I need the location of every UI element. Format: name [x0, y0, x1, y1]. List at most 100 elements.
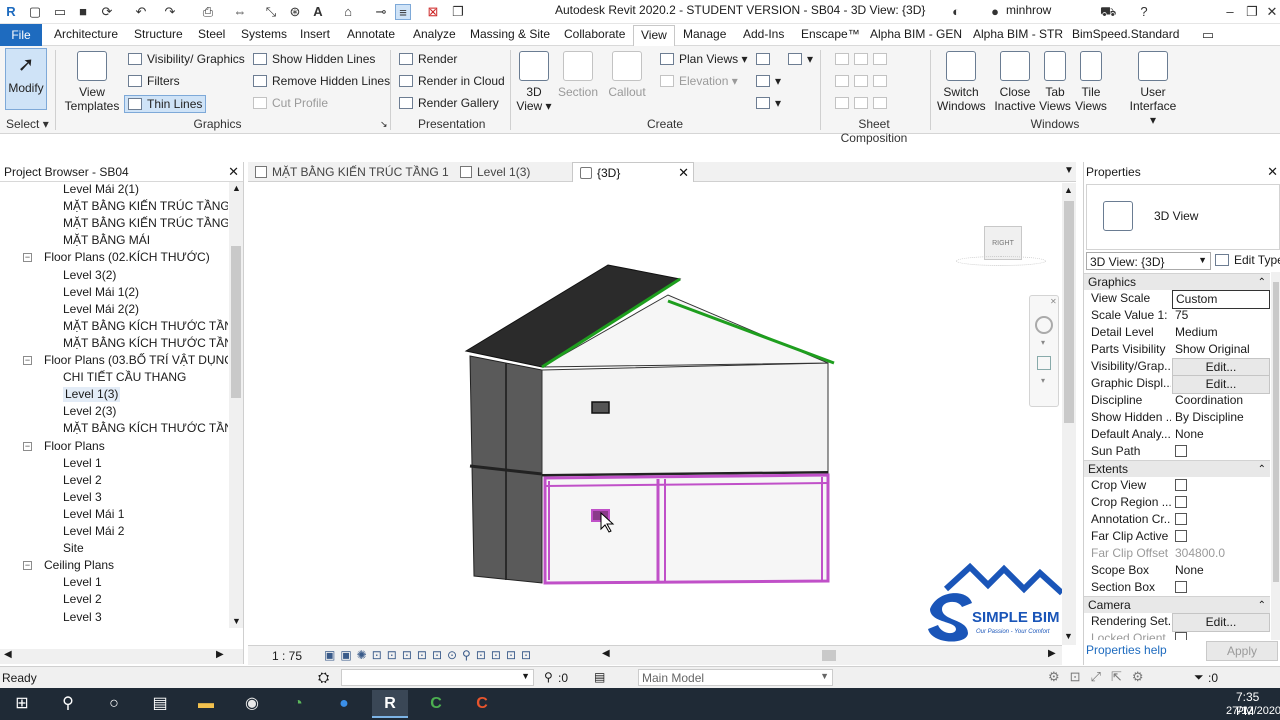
cortana-icon[interactable]: ○ — [96, 690, 132, 718]
browser-view-item[interactable]: MẶT BẰNG KÍCH THƯỚC TẦNG 2 — [63, 336, 228, 351]
dropdown-icon[interactable]: ▾ — [1041, 376, 1045, 385]
view-tab-3d[interactable]: {3D} ✕ — [572, 162, 694, 182]
browser-view-item[interactable]: Level Mái 2(2) — [63, 302, 139, 317]
browser-view-item[interactable]: Level 3(2) — [63, 268, 116, 283]
restore-icon[interactable]: ❐ — [1244, 4, 1260, 20]
3d-view-canvas[interactable]: RIGHT ✕ ▾ ▾ SIMPLE BIM Our Passion - You… — [248, 183, 1065, 645]
property-value[interactable]: Medium — [1172, 324, 1270, 341]
tab-alpha-bim-str[interactable]: Alpha BIM - STR — [973, 27, 1063, 41]
browser-category[interactable]: Floor Plans — [44, 439, 105, 454]
callout-button[interactable]: Callout — [604, 51, 650, 99]
view-tab-level-1-3[interactable]: Level 1(3) — [453, 162, 571, 182]
browser-view-item[interactable]: CHI TIẾT CẦU THANG — [63, 370, 186, 385]
minimize-icon[interactable]: – — [1222, 4, 1238, 20]
checkbox[interactable] — [1175, 632, 1187, 640]
property-checkbox-cell[interactable] — [1172, 511, 1270, 528]
browser-view-item[interactable]: Level Mái 2 — [63, 524, 124, 539]
browser-view-item[interactable]: Level 3 — [63, 490, 102, 505]
scroll-left-icon[interactable]: ◀ — [602, 648, 610, 659]
undo-icon[interactable]: ↶ — [133, 4, 149, 20]
tab-dropdown-icon[interactable]: ▼ — [1064, 165, 1074, 176]
close-tab-icon[interactable]: ✕ — [678, 165, 689, 181]
sheet-button[interactable] — [835, 51, 892, 67]
tab-add-ins[interactable]: Add-Ins — [743, 27, 784, 41]
scroll-up-icon[interactable]: ▲ — [1064, 185, 1073, 195]
tab-systems[interactable]: Systems — [241, 27, 287, 41]
scroll-thumb[interactable] — [231, 246, 241, 398]
expand-collapse-icon[interactable]: − — [23, 441, 32, 451]
print-icon[interactable]: ⎙ — [200, 4, 216, 20]
browser-view-item[interactable]: Level 1 — [63, 575, 102, 590]
filter-icon[interactable]: ⏷ — [1194, 670, 1204, 685]
browser-view-item[interactable]: MẶT BẰNG KÍCH THƯỚC TẦNG 1 — [63, 421, 228, 436]
design-options-icon[interactable]: ▤ — [594, 670, 605, 684]
property-checkbox-cell[interactable] — [1172, 494, 1270, 511]
expand-collapse-icon[interactable]: − — [23, 561, 32, 571]
scroll-left-icon[interactable]: ◀ — [4, 649, 12, 660]
zoom-icon[interactable] — [1037, 356, 1051, 370]
filters-button[interactable]: Filters — [128, 73, 180, 89]
property-checkbox-cell[interactable] — [1172, 528, 1270, 545]
checkbox[interactable] — [1175, 496, 1187, 508]
tab-steel[interactable]: Steel — [198, 27, 225, 41]
property-checkbox-cell[interactable] — [1172, 443, 1270, 460]
file-explorer-icon[interactable]: ▬ — [188, 690, 224, 718]
property-group-header[interactable]: Extents ⌃ — [1084, 460, 1270, 477]
close-hidden-icon[interactable]: ⊠ — [425, 4, 441, 20]
3d-view-icon[interactable]: ⌂ — [340, 4, 356, 20]
browser-view-item[interactable]: MẶT BẰNG KIẾN TRÚC TẦNG 1 — [63, 199, 228, 214]
thin-lines-button[interactable]: Thin Lines — [124, 95, 207, 113]
property-value[interactable]: 304800.0 — [1172, 545, 1270, 562]
apply-button[interactable]: Apply — [1206, 641, 1278, 661]
place-view-button[interactable] — [835, 73, 892, 89]
cc-cleaner-icon[interactable]: ◔ — [280, 690, 316, 718]
tab-structure[interactable]: Structure — [134, 27, 183, 41]
scroll-right-icon[interactable]: ▶ — [216, 649, 224, 660]
visibility-graphics-button[interactable]: Visibility/ Graphics — [128, 51, 245, 67]
browser-view-item[interactable]: Level Mái 1(2) — [63, 285, 139, 300]
canvas-vertical-scrollbar[interactable]: ▲ ▼ — [1062, 183, 1076, 645]
elevation-button[interactable]: Elevation ▾ — [660, 73, 738, 89]
text-icon[interactable]: A — [310, 4, 326, 20]
property-value[interactable]: Show Original — [1172, 341, 1270, 358]
tab-view[interactable]: View — [633, 25, 675, 46]
scroll-right-icon[interactable]: ▶ — [1048, 648, 1056, 659]
zalo-icon[interactable]: ● — [326, 690, 362, 718]
scroll-down-icon[interactable]: ▼ — [1064, 631, 1073, 641]
browser-view-item[interactable]: MẶT BẰNG MÁI — [63, 233, 150, 248]
view-tab-floor-plan[interactable]: MẶT BẰNG KIẾN TRÚC TẦNG 1 — [248, 162, 453, 182]
tab-enscape[interactable]: Enscape™ — [801, 27, 860, 41]
tab-alpha-bim-gen[interactable]: Alpha BIM - GEN — [870, 27, 962, 41]
sync-icon[interactable]: ⟳ — [99, 4, 115, 20]
browser-view-item[interactable]: Site — [63, 541, 84, 556]
collapse-icon[interactable]: ⌃ — [1258, 461, 1266, 478]
browser-view-item[interactable]: Level 3 — [63, 610, 102, 625]
measure-icon[interactable]: ⇔ — [232, 4, 248, 20]
modify-button[interactable]: ➚ Modify — [5, 48, 47, 110]
browser-category[interactable]: Ceiling Plans — [44, 558, 114, 573]
task-view-icon[interactable]: ▤ — [142, 690, 178, 718]
tab-architecture[interactable]: Architecture — [54, 27, 118, 41]
select-panel-label[interactable]: Select ▾ — [6, 117, 49, 131]
scroll-thumb[interactable] — [1273, 282, 1279, 582]
browser-category[interactable]: Floor Plans (02.KÍCH THƯỚC) — [44, 250, 210, 265]
tab-massing-site[interactable]: Massing & Site — [470, 27, 550, 41]
tab-analyze[interactable]: Analyze — [413, 27, 456, 41]
scroll-down-icon[interactable]: ▼ — [232, 616, 241, 626]
binoculars-icon[interactable]: ◐ — [948, 4, 964, 20]
tab-annotate[interactable]: Annotate — [347, 27, 395, 41]
steering-wheel-icon[interactable] — [1035, 316, 1053, 334]
property-value[interactable]: None — [1172, 426, 1270, 443]
plan-views-button[interactable]: Plan Views ▾ — [660, 51, 748, 67]
switch-windows-button[interactable]: Switch Windows — [937, 51, 986, 113]
browser-horizontal-scrollbar[interactable]: ◀ ▶ — [0, 649, 244, 664]
ribbon-options-icon[interactable]: ▭ — [1200, 27, 1216, 43]
property-value[interactable]: None — [1172, 562, 1270, 579]
property-value[interactable]: By Discipline — [1172, 409, 1270, 426]
view-control-icons[interactable]: ▣▣✺⊡⊡⊡⊡⊡⊙⚲⊡⊡⊡⊡ — [324, 648, 536, 662]
chrome-icon[interactable]: ◉ — [234, 690, 270, 718]
scroll-thumb[interactable] — [1064, 201, 1074, 423]
property-value[interactable]: Coordination — [1172, 392, 1270, 409]
revit-taskbar-icon[interactable]: R — [372, 690, 408, 718]
browser-view-item[interactable]: Level 1 — [63, 456, 102, 471]
